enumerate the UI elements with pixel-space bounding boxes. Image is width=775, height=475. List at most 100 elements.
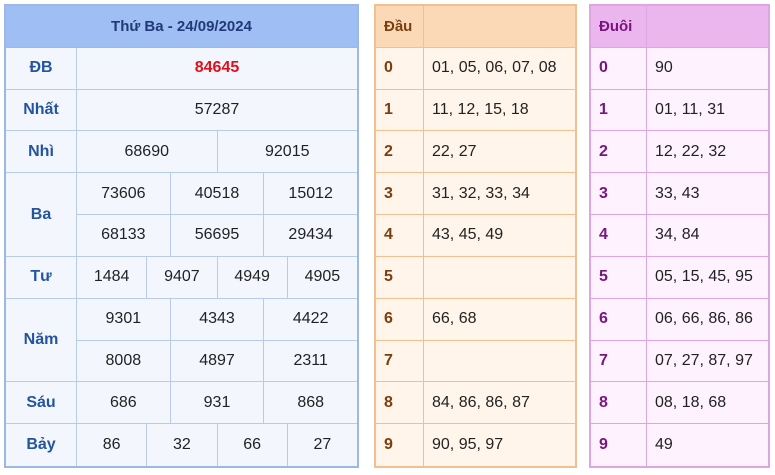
duoi-row: 3 33, 43 (591, 173, 768, 216)
prize-number: 4949 (218, 256, 288, 298)
dau-row: 1 11, 12, 15, 18 (376, 89, 575, 132)
prize-number: 4905 (304, 268, 341, 286)
prize-row-special: ĐB 84645 (6, 47, 357, 90)
duoi-values: 34, 84 (655, 226, 700, 244)
dau-row: 0 01, 05, 06, 07, 08 (376, 47, 575, 90)
prize-number: 15012 (288, 184, 333, 202)
duoi-key: 8 (591, 382, 647, 424)
dau-header-label: Đầu (376, 6, 424, 47)
duoi-key: 3 (591, 173, 647, 215)
duoi-row: 8 08, 18, 68 (591, 382, 768, 425)
results-date-title: Thứ Ba - 24/09/2024 (6, 6, 357, 48)
duoi-values: 90 (655, 59, 673, 77)
dau-row: 7 (376, 340, 575, 383)
prize-label-third: Ba (6, 173, 77, 256)
prize-number: 29434 (288, 226, 333, 244)
dau-values: 22, 27 (432, 142, 477, 160)
dau-key: 0 (376, 47, 424, 89)
prize-number: 92015 (265, 142, 310, 160)
prize-row-fourth: Tư 1484 9407 4949 4905 (6, 256, 357, 299)
prize-number: 32 (147, 424, 218, 466)
duoi-values: 05, 15, 45, 95 (655, 268, 753, 286)
dau-key: 5 (376, 256, 424, 298)
prize-number: 4897 (171, 340, 265, 382)
prize-number: 27 (313, 436, 332, 454)
dau-row: 9 90, 95, 97 (376, 424, 575, 466)
prize-number: 56695 (171, 215, 265, 256)
duoi-row: 1 01, 11, 31 (591, 89, 768, 132)
duoi-row: 4 34, 84 (591, 215, 768, 257)
dau-row: 6 66, 68 (376, 298, 575, 341)
dau-row: 2 22, 27 (376, 131, 575, 174)
duoi-row: 5 05, 15, 45, 95 (591, 256, 768, 299)
prize-label-second: Nhì (6, 131, 77, 173)
prize-row-first: Nhất 57287 (6, 89, 357, 132)
duoi-row: 2 12, 22, 32 (591, 131, 768, 174)
prize-number: 68133 (77, 215, 171, 256)
dau-key: 3 (376, 173, 424, 215)
prize-label-fifth: Năm (6, 298, 77, 382)
duoi-table: Đuôi 0 90 1 01, 11, 31 2 12, 22, 32 3 33, 43… (589, 4, 770, 468)
prize-label-sixth: Sáu (6, 382, 77, 424)
duoi-key: 2 (591, 131, 647, 173)
prize-number: 57287 (194, 101, 240, 119)
duoi-key: 6 (591, 298, 647, 340)
prize-label-first: Nhất (6, 89, 77, 131)
dau-values: 66, 68 (432, 310, 477, 328)
duoi-key: 5 (591, 256, 647, 298)
prize-number: 931 (171, 382, 265, 424)
prize-number: 73606 (77, 173, 171, 215)
prize-number: 686 (77, 382, 171, 424)
duoi-values: 01, 11, 31 (655, 101, 725, 119)
dau-key: 8 (376, 382, 424, 424)
dau-row: 3 31, 32, 33, 34 (376, 173, 575, 216)
lottery-results-table: Thứ Ba - 24/09/2024 ĐB 84645 Nhất 57287 … (4, 4, 359, 468)
duoi-key: 1 (591, 89, 647, 131)
dau-key: 2 (376, 131, 424, 173)
duoi-table-header: Đuôi (591, 6, 768, 48)
prize-number: 68690 (77, 131, 218, 173)
dau-key: 4 (376, 215, 424, 256)
duoi-values: 12, 22, 32 (655, 142, 727, 160)
prize-number: 868 (297, 393, 325, 411)
dau-values: 11, 12, 15, 18 (432, 101, 529, 119)
dau-table-header: Đầu (376, 6, 575, 48)
duoi-header-label: Đuôi (591, 6, 647, 47)
prize-label-seventh: Bảy (6, 424, 77, 466)
dau-values: 31, 32, 33, 34 (432, 184, 530, 202)
prize-row-sixth: Sáu 686 931 868 (6, 382, 357, 425)
dau-key: 9 (376, 424, 424, 466)
dau-table: Đầu 0 01, 05, 06, 07, 08 1 11, 12, 15, 18 … (374, 4, 577, 468)
prize-label-special: ĐB (6, 47, 77, 89)
prize-number: 40518 (171, 173, 265, 215)
prize-number: 8008 (77, 340, 171, 382)
prize-row-seventh: Bảy 86 32 66 27 (6, 424, 357, 466)
prize-number: 4422 (292, 310, 329, 328)
dau-key: 7 (376, 340, 424, 382)
duoi-key: 4 (591, 215, 647, 256)
duoi-key: 9 (591, 424, 647, 466)
prize-number: 2311 (293, 351, 328, 369)
dau-values (424, 257, 575, 298)
dau-values: 43, 45, 49 (432, 226, 504, 244)
dau-row: 5 (376, 256, 575, 299)
duoi-row: 9 49 (591, 424, 768, 466)
dau-row: 8 84, 86, 86, 87 (376, 382, 575, 425)
duoi-row: 7 07, 27, 87, 97 (591, 340, 768, 383)
prize-number: 9301 (77, 298, 171, 340)
dau-values: 01, 05, 06, 07, 08 (432, 59, 557, 77)
duoi-row: 0 90 (591, 47, 768, 90)
duoi-values: 08, 18, 68 (655, 393, 727, 411)
prize-number: 86 (77, 424, 148, 466)
dau-values: 90, 95, 97 (432, 436, 504, 454)
duoi-key: 7 (591, 340, 647, 382)
prize-row-third: Ba 73606 40518 15012 68133 56695 29434 (6, 173, 357, 257)
prize-number: 1484 (77, 256, 148, 298)
dau-key: 1 (376, 89, 424, 131)
special-prize-number: 84645 (194, 59, 240, 77)
duoi-values: 33, 43 (655, 184, 700, 202)
prize-number: 66 (218, 424, 288, 466)
prize-row-fifth: Năm 9301 4343 4422 8008 4897 2311 (6, 298, 357, 383)
prize-label-fourth: Tư (6, 256, 77, 298)
dau-row: 4 43, 45, 49 (376, 215, 575, 257)
